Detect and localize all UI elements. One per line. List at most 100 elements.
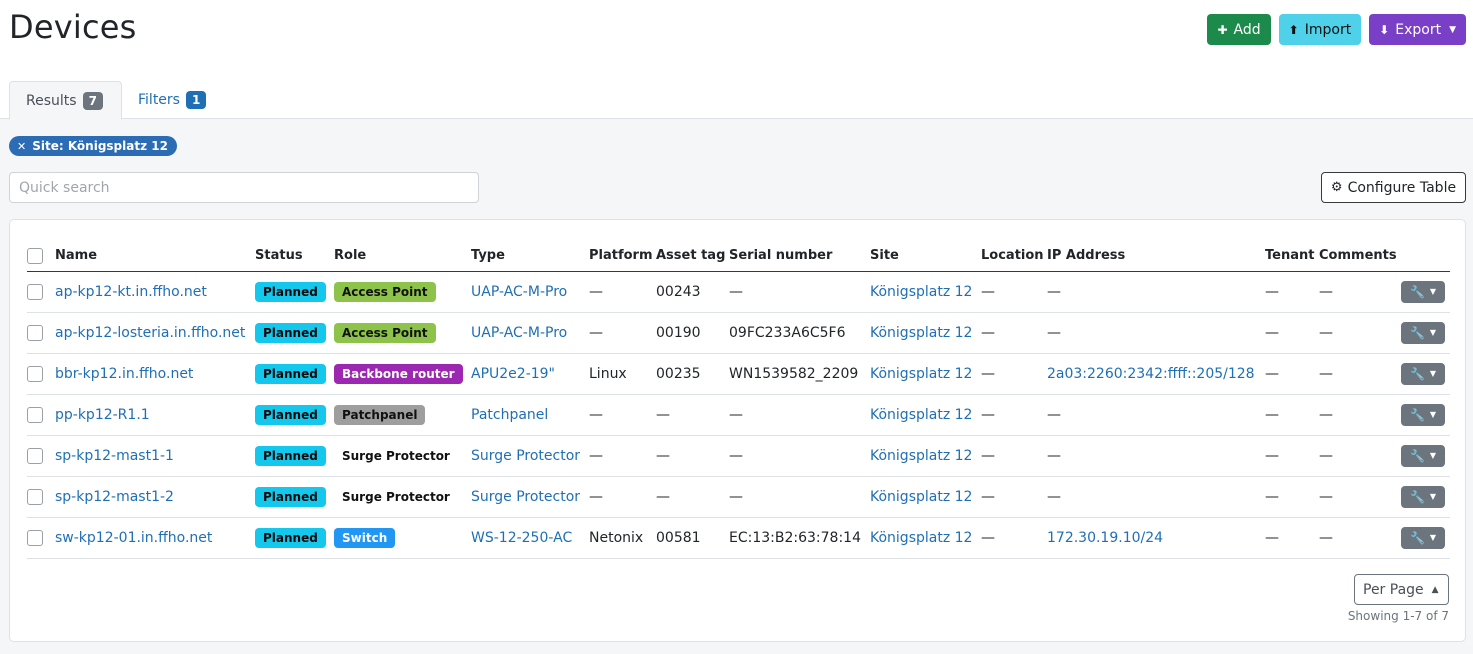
wrench-icon: 🔧 [1409, 489, 1425, 504]
role-badge: Surge Protector [342, 448, 450, 463]
tab-filters[interactable]: Filters 1 [122, 81, 222, 119]
ip-address-link[interactable]: 172.30.19.10/24 [1047, 530, 1163, 546]
site-link[interactable]: Königsplatz 12 [870, 284, 972, 300]
site-link[interactable]: Königsplatz 12 [870, 366, 972, 382]
filter-chip-site[interactable]: ✕ Site: Königsplatz 12 [9, 136, 177, 156]
row-checkbox[interactable] [27, 447, 43, 464]
row-actions-button[interactable]: 🔧 ▼ [1401, 280, 1445, 303]
row-checkbox[interactable] [27, 283, 43, 300]
site-cell: Königsplatz 12 [870, 517, 981, 559]
platform-cell: — [589, 312, 656, 354]
ip-address-link[interactable]: 2a03:2260:2342:ffff::205/128 [1047, 366, 1255, 382]
devices-table: Name Status Role Type Platform Asset tag… [27, 241, 1450, 559]
location-cell: — [981, 435, 1047, 477]
type-cell: UAP-AC-M-Pro [471, 271, 589, 313]
tenant-cell: — [1265, 476, 1319, 518]
column-header-type[interactable]: Type [471, 241, 589, 272]
serial-cell: — [729, 476, 870, 518]
device-name-cell: ap-kp12-kt.in.ffho.net [55, 271, 255, 313]
device-name-link[interactable]: sw-kp12-01.in.ffho.net [55, 530, 212, 546]
column-header-platform[interactable]: Platform [589, 241, 656, 272]
device-type-link[interactable]: APU2e2-19" [471, 366, 555, 382]
column-header-name[interactable]: Name [55, 241, 255, 272]
per-page-dropdown[interactable]: Per Page ▲ [1354, 574, 1449, 605]
tab-filters-label: Filters [138, 92, 180, 108]
tab-results[interactable]: Results 7 [9, 81, 122, 120]
column-header-location[interactable]: Location [981, 241, 1047, 272]
device-name-cell: ap-kp12-losteria.in.ffho.net [55, 312, 255, 354]
header-actions: ✚ Add ⬆ Import ⬇ Export ▼ [1207, 14, 1466, 45]
row-actions-button[interactable]: 🔧 ▼ [1401, 321, 1445, 344]
wrench-icon: 🔧 [1409, 366, 1425, 381]
export-button[interactable]: ⬇ Export ▼ [1369, 14, 1466, 45]
row-checkbox[interactable] [27, 365, 43, 382]
asset-tag-cell: 00243 [656, 271, 729, 313]
table-row: bbr-kp12.in.ffho.net Planned Backbone rout… [27, 353, 1450, 395]
site-link[interactable]: Königsplatz 12 [870, 407, 972, 423]
device-type-link[interactable]: WS-12-250-AC [471, 530, 572, 546]
import-button[interactable]: ⬆ Import [1278, 14, 1362, 45]
comments-cell: — [1319, 312, 1401, 354]
row-actions-button[interactable]: 🔧 ▼ [1401, 403, 1445, 426]
site-link[interactable]: Königsplatz 12 [870, 448, 972, 464]
column-header-status[interactable]: Status [255, 241, 334, 272]
site-cell: Königsplatz 12 [870, 353, 981, 395]
device-name-link[interactable]: bbr-kp12.in.ffho.net [55, 366, 193, 382]
add-button[interactable]: ✚ Add [1207, 14, 1271, 45]
row-checkbox[interactable] [27, 488, 43, 505]
row-checkbox[interactable] [27, 324, 43, 341]
asset-tag-cell: 00235 [656, 353, 729, 395]
device-name-link[interactable]: sp-kp12-mast1-2 [55, 489, 174, 505]
device-type-link[interactable]: Patchpanel [471, 407, 548, 423]
column-header-asset-tag[interactable]: Asset tag [656, 241, 729, 272]
platform-cell: — [589, 476, 656, 518]
platform-cell: Netonix [589, 517, 656, 559]
row-actions-button[interactable]: 🔧 ▼ [1401, 444, 1445, 467]
row-checkbox[interactable] [27, 529, 43, 546]
wrench-icon: 🔧 [1409, 530, 1425, 545]
type-cell: UAP-AC-M-Pro [471, 312, 589, 354]
row-actions-button[interactable]: 🔧 ▼ [1401, 362, 1445, 385]
column-header-comments[interactable]: Comments [1319, 241, 1401, 272]
close-icon[interactable]: ✕ [17, 140, 26, 153]
device-type-link[interactable]: UAP-AC-M-Pro [471, 284, 567, 300]
site-link[interactable]: Königsplatz 12 [870, 489, 972, 505]
row-select-cell [27, 476, 55, 518]
select-all-checkbox[interactable] [27, 247, 43, 264]
ip-value: — [1047, 283, 1061, 300]
status-cell: Planned [255, 271, 334, 313]
chevron-down-icon: ▼ [1429, 492, 1437, 501]
row-select-cell [27, 271, 55, 313]
location-cell: — [981, 271, 1047, 313]
row-actions-button[interactable]: 🔧 ▼ [1401, 485, 1445, 508]
device-name-link[interactable]: ap-kp12-kt.in.ffho.net [55, 284, 207, 300]
site-link[interactable]: Königsplatz 12 [870, 530, 972, 546]
tenant-cell: — [1265, 353, 1319, 395]
device-type-link[interactable]: Surge Protector [471, 448, 580, 464]
device-type-link[interactable]: UAP-AC-M-Pro [471, 325, 567, 341]
wrench-icon: 🔧 [1409, 407, 1425, 422]
configure-table-button[interactable]: ⚙ Configure Table [1321, 172, 1466, 203]
column-header-ip[interactable]: IP Address [1047, 241, 1265, 272]
chevron-down-icon: ▼ [1429, 369, 1437, 378]
device-type-link[interactable]: Surge Protector [471, 489, 580, 505]
device-name-link[interactable]: pp-kp12-R1.1 [55, 407, 150, 423]
site-link[interactable]: Königsplatz 12 [870, 325, 972, 341]
location-cell: — [981, 312, 1047, 354]
column-header-site[interactable]: Site [870, 241, 981, 272]
row-actions-button[interactable]: 🔧 ▼ [1401, 526, 1445, 549]
actions-cell: 🔧 ▼ [1401, 517, 1450, 559]
device-name-link[interactable]: ap-kp12-losteria.in.ffho.net [55, 325, 245, 341]
site-cell: Königsplatz 12 [870, 394, 981, 436]
column-header-serial[interactable]: Serial number [729, 241, 870, 272]
actions-cell: 🔧 ▼ [1401, 476, 1450, 518]
status-badge: Planned [255, 404, 326, 425]
table-row: sw-kp12-01.in.ffho.net Planned Switch WS-12… [27, 517, 1450, 559]
role-badge: Patchpanel [334, 404, 426, 425]
device-name-link[interactable]: sp-kp12-mast1-1 [55, 448, 174, 464]
column-header-role[interactable]: Role [334, 241, 471, 272]
column-header-tenant[interactable]: Tenant [1265, 241, 1319, 272]
device-name-cell: bbr-kp12.in.ffho.net [55, 353, 255, 395]
row-checkbox[interactable] [27, 406, 43, 423]
quick-search-input[interactable] [9, 172, 479, 203]
